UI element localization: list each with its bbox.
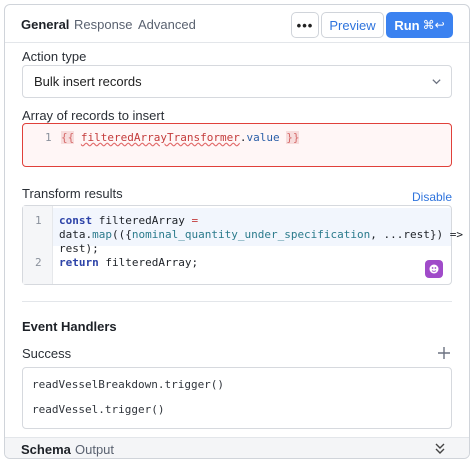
- tab-schema[interactable]: Schema: [21, 442, 71, 457]
- run-label: Run: [394, 17, 420, 33]
- action-type-select[interactable]: Bulk insert records: [22, 65, 452, 98]
- template-variable: filteredArrayTransformer: [80, 131, 240, 144]
- template-open-brace: {{: [61, 131, 75, 144]
- preview-button[interactable]: Preview: [321, 12, 384, 38]
- records-expression: {{ filteredArrayTransformer.value }}: [61, 131, 300, 144]
- tab-general[interactable]: General: [21, 17, 69, 32]
- code-line: rest);: [59, 242, 99, 255]
- chevron-down-icon: [432, 79, 441, 85]
- chevrons-down-icon[interactable]: [433, 442, 447, 456]
- transform-code-editor[interactable]: 1 2 const filteredArray = data.map(({nom…: [22, 205, 463, 285]
- records-code-input[interactable]: 1 {{ filteredArrayTransformer.value }}: [22, 123, 452, 167]
- bottom-panel-bar: Schema Output: [5, 437, 469, 458]
- action-type-value: Bulk insert records: [34, 74, 142, 89]
- more-options-button[interactable]: •••: [291, 12, 319, 38]
- records-label: Array of records to insert: [22, 108, 165, 123]
- event-handlers-title: Event Handlers: [22, 319, 117, 334]
- run-button[interactable]: Run ⌘↩: [386, 12, 453, 38]
- handler-item[interactable]: readVesselBreakdown.trigger(): [32, 378, 224, 391]
- disable-transform-link[interactable]: Disable: [412, 190, 452, 204]
- tab-bar: General Response Advanced ••• Preview Ru…: [5, 5, 469, 43]
- python-icon[interactable]: [425, 260, 443, 278]
- success-handlers-list: readVesselBreakdown.trigger() readVessel…: [22, 367, 452, 429]
- more-icon: •••: [296, 17, 314, 33]
- handler-item[interactable]: readVessel.trigger(): [32, 403, 164, 416]
- section-divider: [22, 301, 452, 302]
- tab-output[interactable]: Output: [75, 442, 114, 457]
- code-line: return filteredArray;: [59, 256, 199, 269]
- snake-icon: [429, 264, 439, 274]
- preview-label: Preview: [329, 17, 376, 33]
- line-number: 1: [45, 131, 52, 144]
- transform-label: Transform results: [22, 186, 123, 201]
- code-line: const filteredArray =: [59, 214, 199, 227]
- query-editor-panel: General Response Advanced ••• Preview Ru…: [4, 4, 470, 459]
- line-number: 1: [35, 214, 42, 227]
- template-close-brace: }}: [286, 131, 300, 144]
- line-number: 2: [35, 256, 42, 269]
- run-shortcut: ⌘↩: [422, 18, 445, 32]
- tab-advanced[interactable]: Advanced: [138, 17, 196, 32]
- tab-response[interactable]: Response: [74, 17, 133, 32]
- action-type-label: Action type: [22, 49, 87, 64]
- template-property: value: [246, 131, 280, 144]
- code-line: data.map(({nominal_quantity_under_specif…: [59, 228, 464, 241]
- add-handler-icon[interactable]: [437, 346, 451, 360]
- success-label: Success: [22, 346, 72, 361]
